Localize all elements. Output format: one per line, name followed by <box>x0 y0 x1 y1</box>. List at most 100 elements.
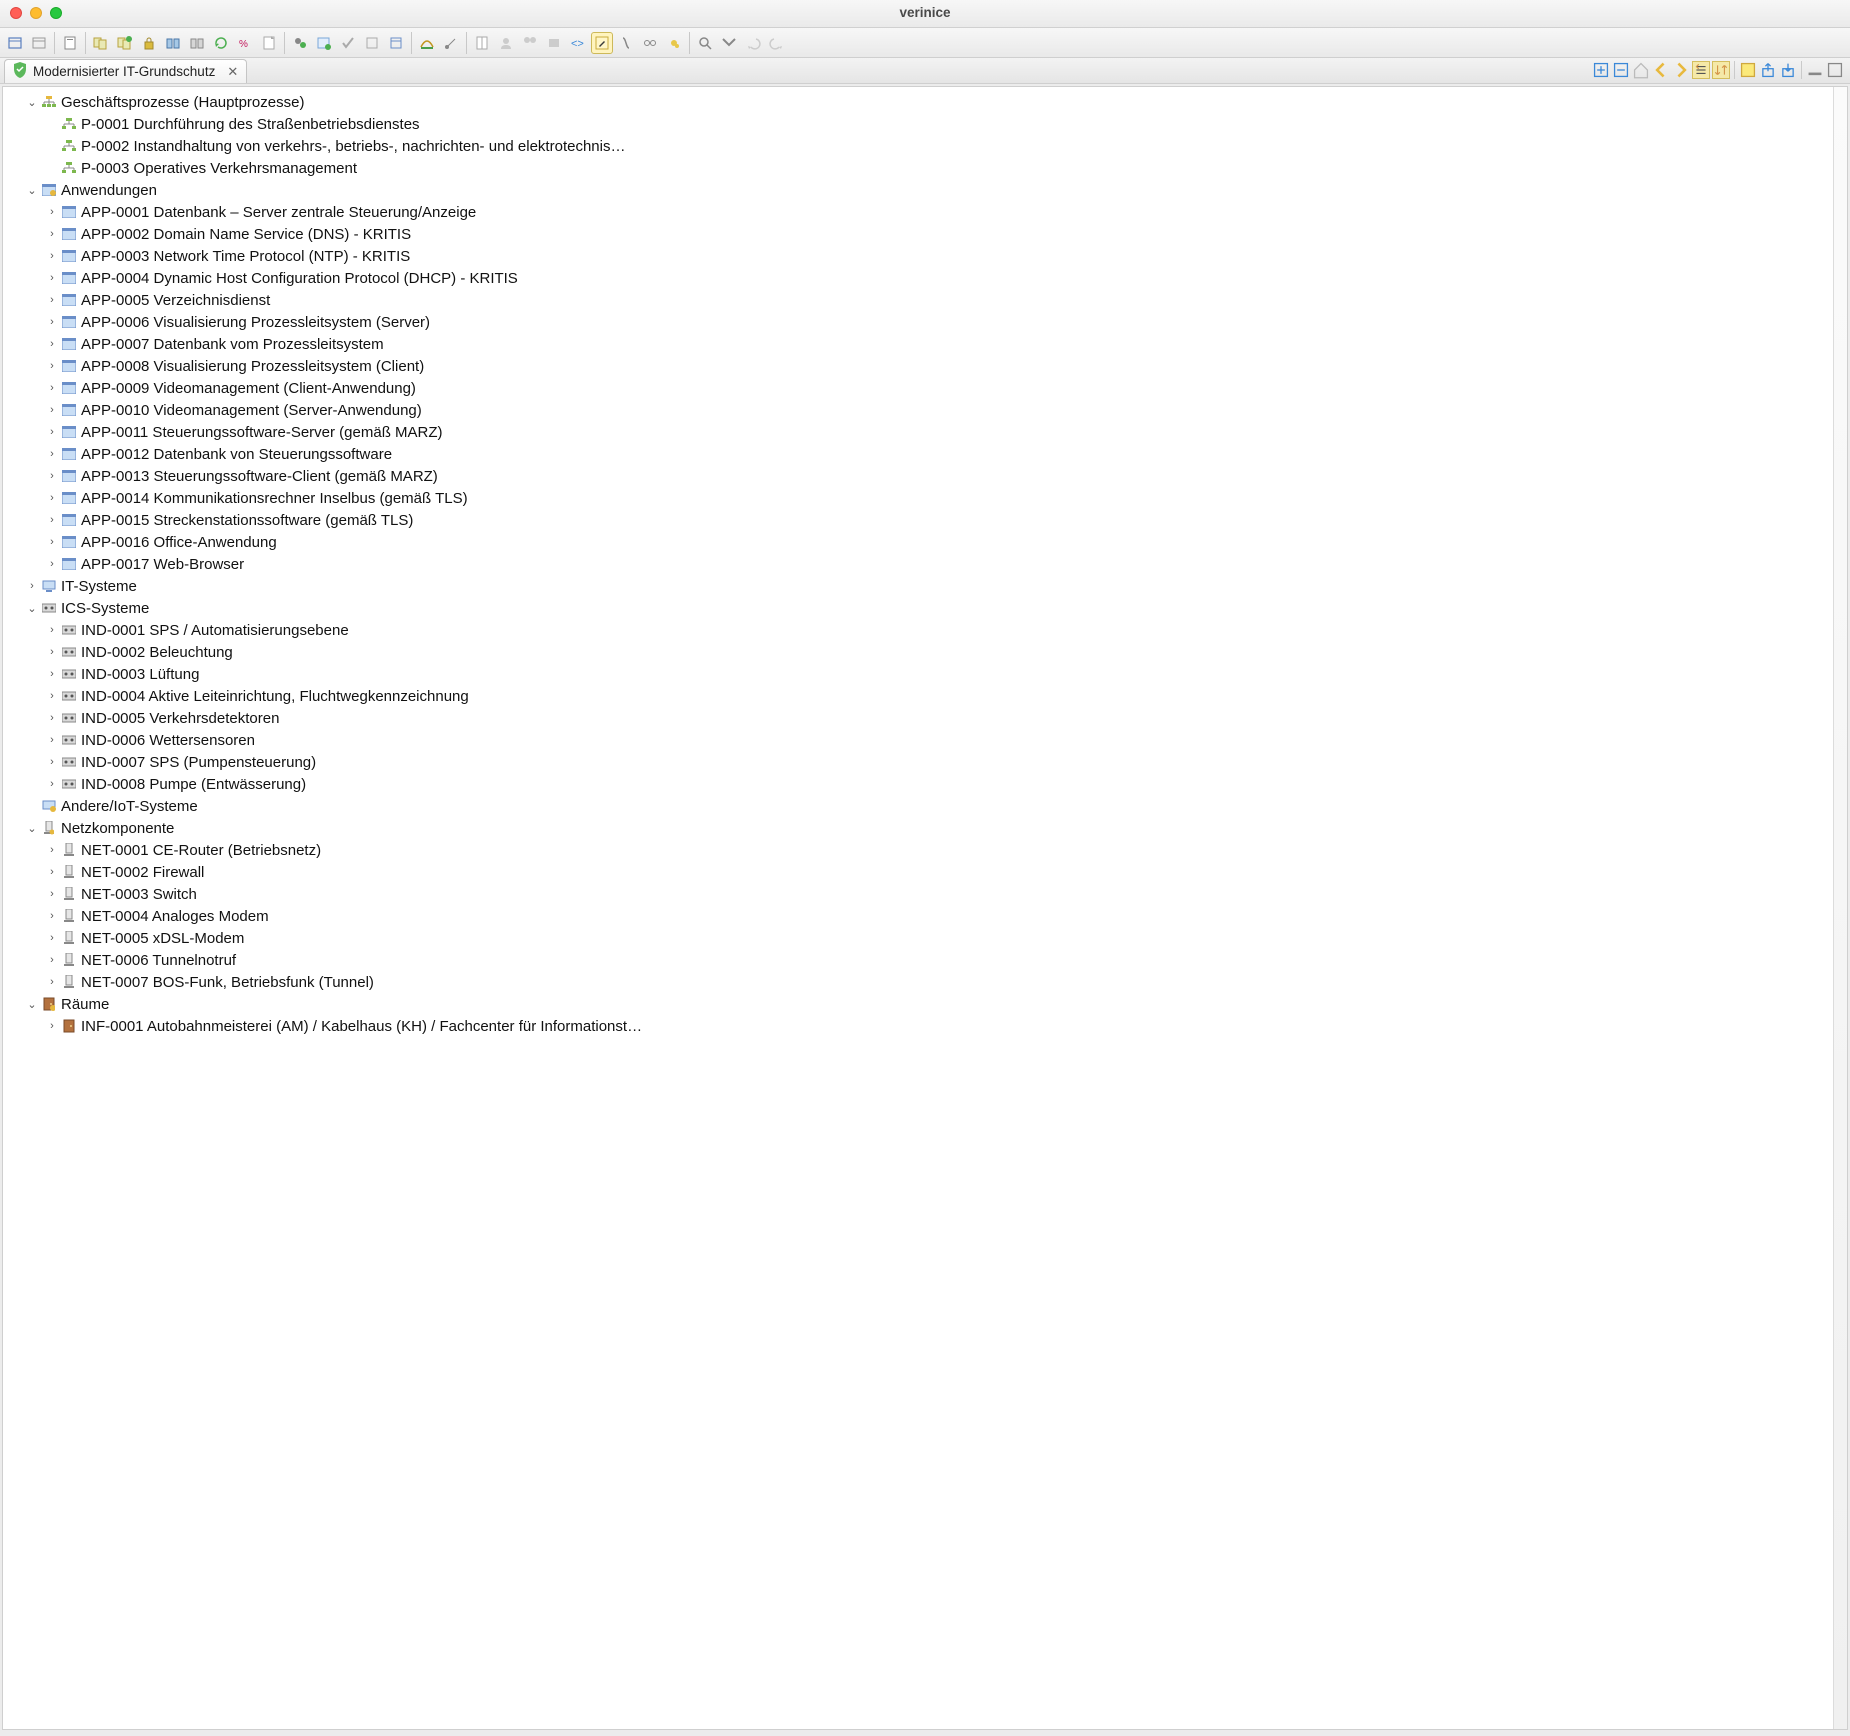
chevron-right-icon[interactable]: › <box>45 536 59 548</box>
tree-node-app[interactable]: ›APP-0011 Steuerungssoftware-Server (gem… <box>7 421 1847 443</box>
tab-close-icon[interactable]: ✕ <box>227 64 238 80</box>
chevron-down-icon[interactable]: ⌄ <box>25 998 39 1011</box>
chevron-right-icon[interactable]: › <box>45 448 59 460</box>
toolbar-btn-11[interactable] <box>258 32 280 54</box>
chevron-right-icon[interactable]: › <box>45 888 59 900</box>
tab-modernisierter-it-grundschutz[interactable]: Modernisierter IT-Grundschutz ✕ <box>4 59 247 83</box>
tree-node-app[interactable]: ›APP-0001 Datenbank – Server zentrale St… <box>7 201 1847 223</box>
tree-node-app[interactable]: ›APP-0010 Videomanagement (Server-Anwend… <box>7 399 1847 421</box>
redo-icon[interactable] <box>766 32 788 54</box>
tree-node-app[interactable]: ›APP-0013 Steuerungssoftware-Client (gem… <box>7 465 1847 487</box>
collapse-icon[interactable] <box>1612 61 1630 79</box>
chevron-right-icon[interactable]: › <box>45 404 59 416</box>
tree-node-ind[interactable]: ›IND-0006 Wettersensoren <box>7 729 1847 751</box>
tree-node-geschaeftsprozesse[interactable]: ⌄ Geschäftsprozesse (Hauptprozesse) <box>7 91 1847 113</box>
tree-node-app[interactable]: ›APP-0017 Web-Browser <box>7 553 1847 575</box>
toolbar-btn-13[interactable] <box>313 32 335 54</box>
tree-node-app[interactable]: ›APP-0009 Videomanagement (Client-Anwend… <box>7 377 1847 399</box>
chevron-right-icon[interactable]: › <box>45 294 59 306</box>
tree-node-net[interactable]: ›NET-0001 CE-Router (Betriebsnetz) <box>7 839 1847 861</box>
tree-node-app[interactable]: ›APP-0003 Network Time Protocol (NTP) - … <box>7 245 1847 267</box>
tree-node-net[interactable]: ›NET-0005 xDSL-Modem <box>7 927 1847 949</box>
toolbar-btn-9[interactable] <box>210 32 232 54</box>
tree-node-ind[interactable]: ›IND-0008 Pumpe (Entwässerung) <box>7 773 1847 795</box>
toolbar-btn-19[interactable] <box>471 32 493 54</box>
chevron-right-icon[interactable]: › <box>45 734 59 746</box>
toolbar-dropdown-icon[interactable] <box>718 32 740 54</box>
chevron-down-icon[interactable]: ⌄ <box>25 822 39 835</box>
chevron-right-icon[interactable]: › <box>45 646 59 658</box>
chevron-right-icon[interactable]: › <box>45 206 59 218</box>
toolbar-btn-4[interactable] <box>90 32 112 54</box>
toolbar-btn-18[interactable] <box>440 32 462 54</box>
tree-node-ind[interactable]: ›IND-0001 SPS / Automatisierungsebene <box>7 619 1847 641</box>
chevron-down-icon[interactable]: ⌄ <box>25 96 39 109</box>
chevron-right-icon[interactable]: › <box>45 426 59 438</box>
tree-node-app[interactable]: ›APP-0015 Streckenstationssoftware (gemä… <box>7 509 1847 531</box>
chevron-right-icon[interactable]: › <box>45 756 59 768</box>
tree-node-app[interactable]: ›APP-0007 Datenbank vom Prozessleitsyste… <box>7 333 1847 355</box>
tree-node-net[interactable]: ›NET-0006 Tunnelnotruf <box>7 949 1847 971</box>
chevron-right-icon[interactable]: › <box>45 558 59 570</box>
toolbar-btn-26[interactable] <box>663 32 685 54</box>
toolbar-btn-3[interactable] <box>59 32 81 54</box>
minimize-view-icon[interactable] <box>1806 61 1824 79</box>
chevron-right-icon[interactable]: › <box>45 690 59 702</box>
tree-node-p0002[interactable]: P-0002 Instandhaltung von verkehrs-, bet… <box>7 135 1847 157</box>
chevron-down-icon[interactable]: ⌄ <box>25 184 39 197</box>
maximize-view-icon[interactable] <box>1826 61 1844 79</box>
chevron-right-icon[interactable]: › <box>45 228 59 240</box>
chevron-right-icon[interactable]: › <box>45 272 59 284</box>
search-icon[interactable] <box>694 32 716 54</box>
tree-node-ind[interactable]: ›IND-0007 SPS (Pumpensteuerung) <box>7 751 1847 773</box>
chevron-right-icon[interactable]: › <box>45 778 59 790</box>
chevron-right-icon[interactable]: › <box>45 844 59 856</box>
tree-node-ind[interactable]: ›IND-0004 Aktive Leiteinrichtung, Flucht… <box>7 685 1847 707</box>
chevron-right-icon[interactable]: › <box>45 316 59 328</box>
chevron-down-icon[interactable]: ⌄ <box>25 602 39 615</box>
chevron-right-icon[interactable]: › <box>45 492 59 504</box>
tree-node-app[interactable]: ›APP-0014 Kommunikationsrechner Inselbus… <box>7 487 1847 509</box>
tree-node-app[interactable]: ›APP-0012 Datenbank von Steuerungssoftwa… <box>7 443 1847 465</box>
toolbar-btn-14[interactable] <box>337 32 359 54</box>
toolbar-btn-12[interactable] <box>289 32 311 54</box>
tree-node-app[interactable]: ›APP-0005 Verzeichnisdienst <box>7 289 1847 311</box>
chevron-right-icon[interactable]: › <box>45 470 59 482</box>
tree-node-p0003[interactable]: P-0003 Operatives Verkehrsmanagement <box>7 157 1847 179</box>
toolbar-btn-10[interactable]: % <box>234 32 256 54</box>
back-icon[interactable] <box>1652 61 1670 79</box>
toolbar-btn-7[interactable] <box>162 32 184 54</box>
tree-node-inf0001[interactable]: › INF-0001 Autobahnmeisterei (AM) / Kabe… <box>7 1015 1847 1037</box>
import-icon[interactable] <box>1779 61 1797 79</box>
chevron-right-icon[interactable]: › <box>45 712 59 724</box>
export-icon[interactable] <box>1759 61 1777 79</box>
home-icon[interactable] <box>1632 61 1650 79</box>
chevron-right-icon[interactable]: › <box>45 360 59 372</box>
chevron-right-icon[interactable]: › <box>45 976 59 988</box>
expand-icon[interactable] <box>1592 61 1610 79</box>
tree-node-ind[interactable]: ›IND-0003 Lüftung <box>7 663 1847 685</box>
note-icon[interactable] <box>1739 61 1757 79</box>
toolbar-btn-22[interactable] <box>543 32 565 54</box>
chevron-right-icon[interactable]: › <box>45 954 59 966</box>
tree-node-net[interactable]: ›NET-0004 Analoges Modem <box>7 905 1847 927</box>
toolbar-btn-24[interactable] <box>615 32 637 54</box>
chevron-right-icon[interactable]: › <box>45 932 59 944</box>
toolbar-btn-6[interactable] <box>138 32 160 54</box>
vertical-scrollbar[interactable] <box>1833 87 1847 1729</box>
toolbar-btn-15[interactable] <box>361 32 383 54</box>
tree-node-netz[interactable]: ⌄ Netzkomponente <box>7 817 1847 839</box>
tree-node-p0001[interactable]: P-0001 Durchführung des Straßenbetriebsd… <box>7 113 1847 135</box>
chevron-right-icon[interactable]: › <box>25 580 39 592</box>
chevron-right-icon[interactable]: › <box>45 624 59 636</box>
chevron-right-icon[interactable]: › <box>45 338 59 350</box>
toolbar-btn-20[interactable] <box>495 32 517 54</box>
tree-node-ind[interactable]: ›IND-0002 Beleuchtung <box>7 641 1847 663</box>
toolbar-btn-8[interactable] <box>186 32 208 54</box>
tree-node-net[interactable]: ›NET-0003 Switch <box>7 883 1847 905</box>
undo-icon[interactable] <box>742 32 764 54</box>
tree-node-ind[interactable]: ›IND-0005 Verkehrsdetektoren <box>7 707 1847 729</box>
tree-node-icssysteme[interactable]: ⌄ ICS-Systeme <box>7 597 1847 619</box>
tree-node-anwendungen[interactable]: ⌄ Anwendungen <box>7 179 1847 201</box>
chevron-right-icon[interactable]: › <box>45 1020 59 1032</box>
